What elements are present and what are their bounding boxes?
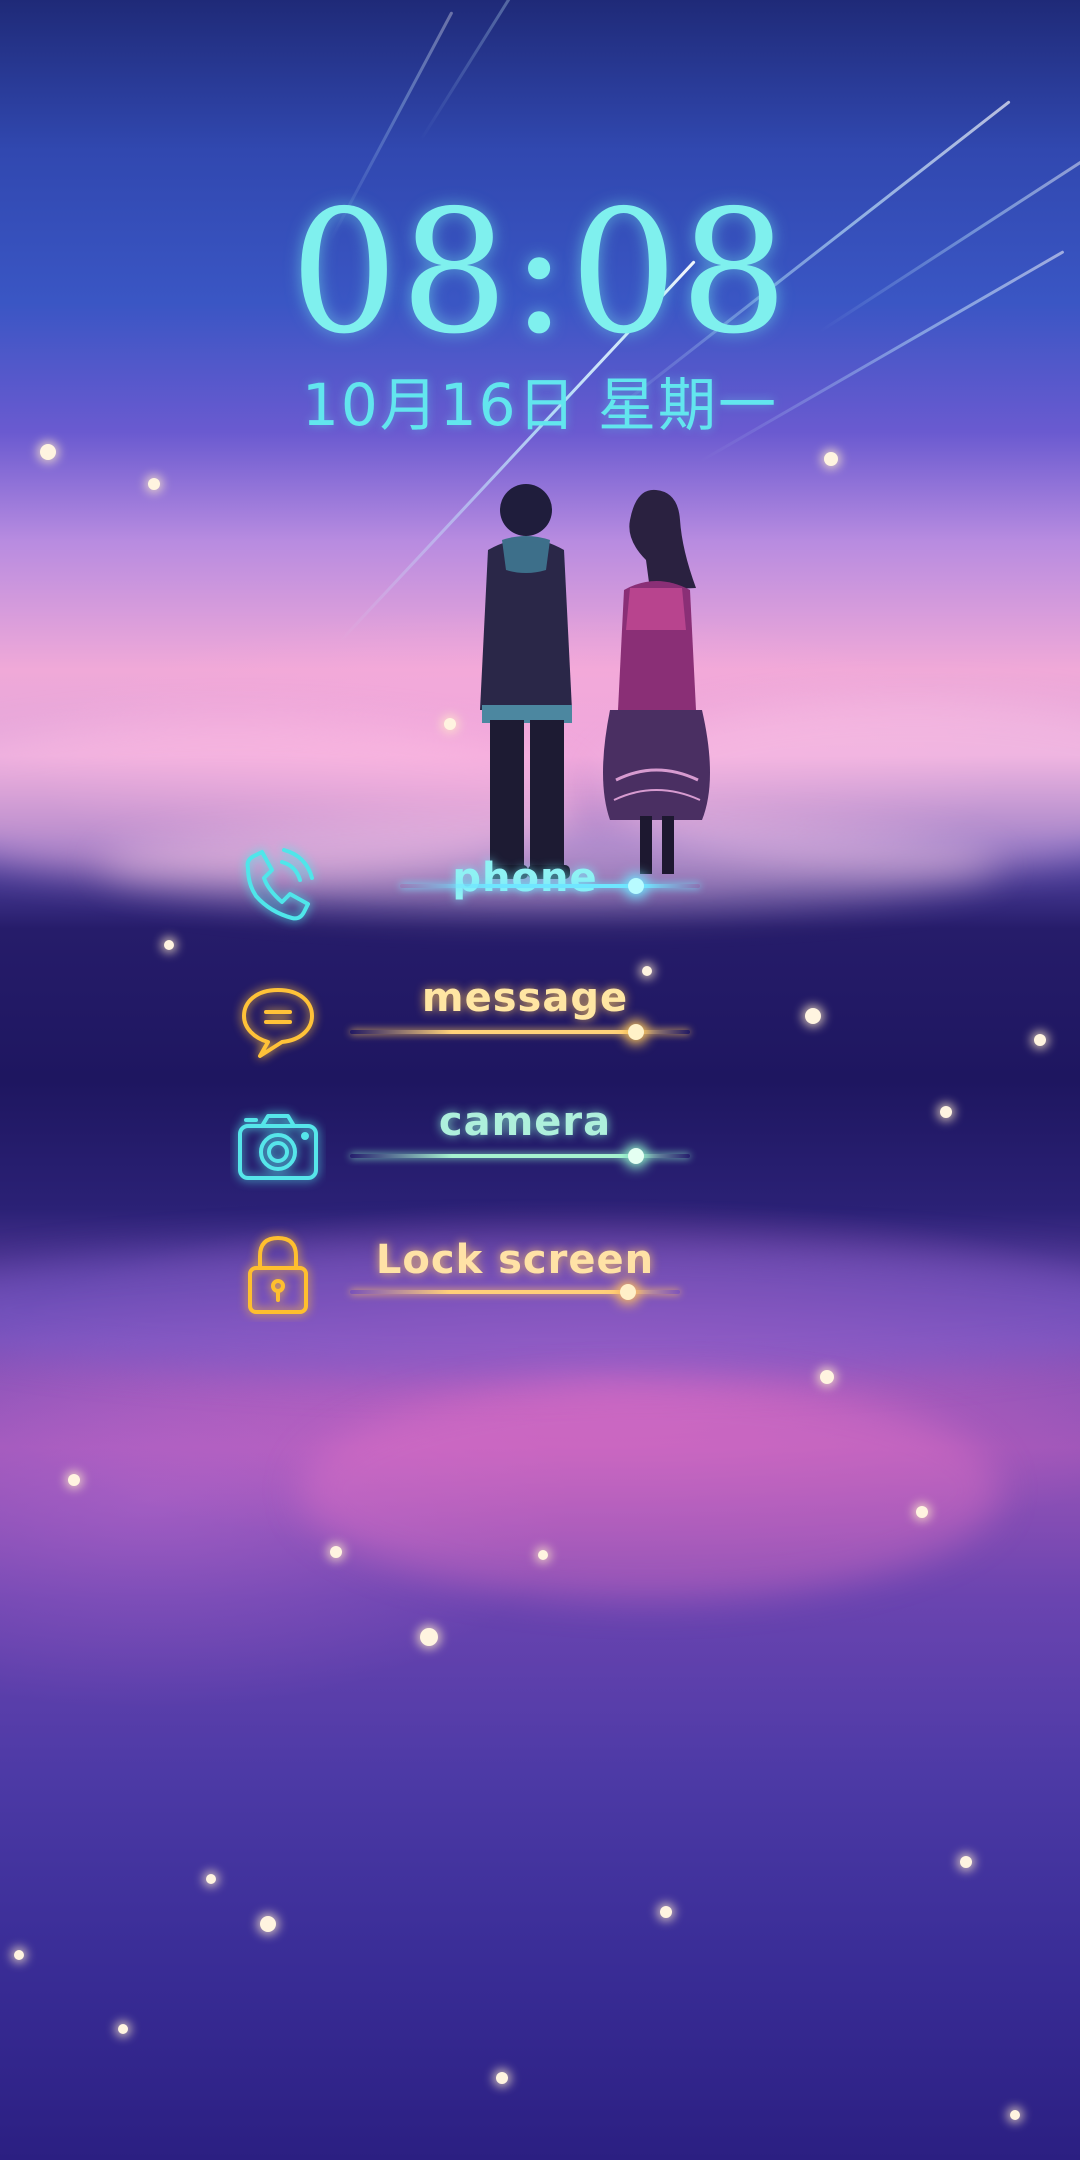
clock-date: 10月16日 星期一 <box>301 371 779 439</box>
glow-star <box>148 478 160 490</box>
camera-glow-dot <box>628 1148 644 1164</box>
phone-icon <box>245 848 314 921</box>
lock-screen: 08:08 10月16日 星期一 phone message camera Lo… <box>0 0 1080 2160</box>
glow-star <box>960 1856 972 1868</box>
glow-star <box>260 1916 276 1932</box>
glow-star <box>824 452 838 466</box>
camera-icon <box>238 1114 318 1180</box>
lock-screen-label: Lock screen <box>375 1237 655 1283</box>
glow-star <box>330 1546 342 1558</box>
glow-star <box>206 1874 216 1884</box>
phone-label: phone <box>452 855 598 901</box>
lock-screen-glow-dot <box>620 1284 636 1300</box>
phone-shortcut[interactable]: phone <box>230 840 710 950</box>
message-shortcut[interactable]: message <box>230 972 710 1082</box>
clock-time: 08:08 <box>290 174 790 372</box>
lock-icon <box>248 1236 308 1314</box>
glow-star <box>14 1950 24 1960</box>
glow-star <box>1034 1034 1046 1046</box>
glow-star <box>68 1474 80 1486</box>
phone-underline <box>400 884 700 888</box>
glow-star <box>820 1370 834 1384</box>
camera-label: camera <box>438 1099 612 1145</box>
phone-glow-dot <box>628 878 644 894</box>
glow-star <box>118 2024 128 2034</box>
reflection-cloud <box>300 1380 1000 1600</box>
glow-star <box>40 444 56 460</box>
glow-star <box>164 940 174 950</box>
glow-star <box>538 1550 548 1560</box>
glow-star <box>940 1106 952 1118</box>
message-label: message <box>421 975 629 1021</box>
message-glow-dot <box>628 1024 644 1040</box>
glow-star <box>1010 2110 1020 2120</box>
glow-star <box>805 1008 821 1024</box>
lock-screen-shortcut[interactable]: Lock screen <box>230 1226 710 1336</box>
glow-star <box>916 1506 928 1518</box>
couple-silhouette <box>480 484 710 879</box>
meteor-streak <box>418 0 560 143</box>
glow-star <box>496 2072 508 2084</box>
glow-star <box>420 1628 438 1646</box>
camera-shortcut[interactable]: camera <box>230 1100 710 1210</box>
glow-star <box>660 1906 672 1918</box>
message-icon <box>242 988 314 1058</box>
